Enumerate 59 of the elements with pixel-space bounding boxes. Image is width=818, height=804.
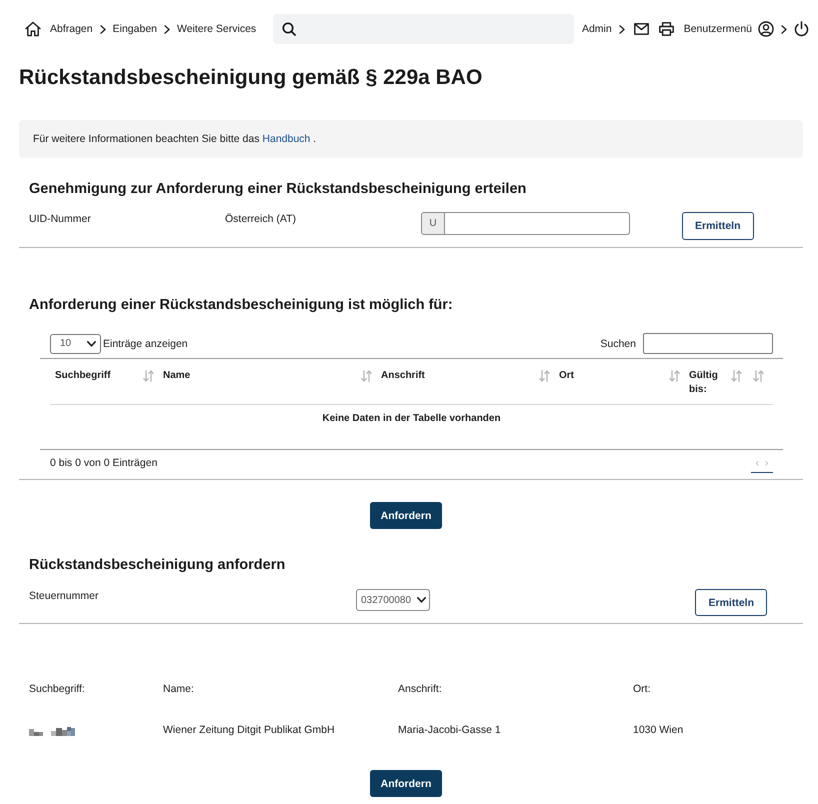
page-length-label: Einträge anzeigen <box>103 338 188 350</box>
handbook-link[interactable]: Handbuch <box>262 133 310 145</box>
sort-arrows-icon[interactable] <box>143 370 154 382</box>
country-label: Österreich (AT) <box>225 212 297 226</box>
breadcrumb-link[interactable]: Eingaben <box>112 22 157 34</box>
column-label: Suchbegriff: <box>29 683 86 696</box>
mail-icon[interactable] <box>634 22 649 34</box>
ermitteln-button[interactable]: Ermitteln <box>682 212 754 240</box>
table-cell: 1030 Wien <box>633 724 684 737</box>
sort-arrows-icon[interactable] <box>539 370 550 382</box>
sort-arrows-icon[interactable] <box>731 370 742 382</box>
table-info-text: 0 bis 0 von 0 Einträgen <box>50 457 158 470</box>
column-header[interactable]: Name <box>163 369 190 383</box>
section-heading: Anforderung einer Rückstandsbescheinigung ist möglich für: <box>29 296 454 314</box>
table-search-field[interactable] <box>643 333 773 354</box>
user-circle-icon[interactable] <box>758 20 774 36</box>
column-header[interactable]: Anschrift <box>381 369 425 383</box>
table-cell: Maria-Jacobi-Gasse 1 <box>398 724 501 737</box>
info-text: Für weitere Informationen beachten Sie bitte das Handbuch . <box>33 133 316 145</box>
field-label: Steuernummer <box>29 589 100 603</box>
column-header[interactable]: Gültig bis: <box>689 369 729 397</box>
field-label: UID-Nummer <box>29 212 92 226</box>
home-icon[interactable] <box>25 20 41 36</box>
column-header[interactable]: Ort <box>559 369 574 383</box>
search-icon <box>282 22 296 36</box>
pixelated-block <box>29 727 75 736</box>
breadcrumb-link[interactable]: Abfragen <box>50 22 93 34</box>
sort-arrows-icon[interactable] <box>669 370 680 382</box>
page-title: Rückstandsbescheinigung gemäß § 229a BAO <box>19 65 484 91</box>
page-length-select[interactable]: 10 <box>50 334 101 354</box>
column-label: Name: <box>163 683 195 696</box>
search-label: Suchen <box>600 338 636 350</box>
ermitteln-button[interactable]: Ermitteln <box>695 589 767 616</box>
uid-input-field[interactable] <box>444 212 630 235</box>
anfordern-button[interactable]: Anfordern <box>370 502 442 529</box>
power-icon[interactable] <box>794 20 809 36</box>
empty-table-message: Keine Daten in der Tabelle vorhanden <box>321 413 502 425</box>
section-heading: Rückstandsbescheinigung anfordern <box>29 556 286 574</box>
chevron-right-icon <box>164 24 170 34</box>
tax-number-select[interactable]: 032700080 <box>356 589 430 611</box>
chevron-right-icon <box>781 24 787 34</box>
chevron-right-icon <box>618 24 625 34</box>
column-label: Ort: <box>633 683 652 696</box>
anfordern-button[interactable]: Anfordern <box>370 770 442 797</box>
printer-icon[interactable] <box>658 22 674 36</box>
user-menu-link[interactable]: Benutzermenü <box>684 22 752 34</box>
sort-arrows-icon[interactable] <box>753 370 764 382</box>
breadcrumb-link[interactable]: Weitere Services <box>177 22 256 34</box>
chevron-right-icon <box>100 24 106 34</box>
section-heading: Genehmigung zur Anforderung einer Rückstandsbescheinigung erteilen <box>29 180 528 198</box>
chevron-down-icon <box>87 340 96 346</box>
admin-menu-link[interactable]: Admin <box>582 22 612 34</box>
column-label: Anschrift: <box>398 683 443 696</box>
chevron-down-icon <box>417 597 426 603</box>
table-cell: Wiener Zeitung Ditgit Publikat GmbH <box>163 724 335 737</box>
sort-arrows-icon[interactable] <box>361 370 372 382</box>
uid-prefix-label: U <box>421 212 444 235</box>
column-header[interactable]: Suchbegriff <box>55 369 111 383</box>
search-field[interactable] <box>273 14 574 44</box>
